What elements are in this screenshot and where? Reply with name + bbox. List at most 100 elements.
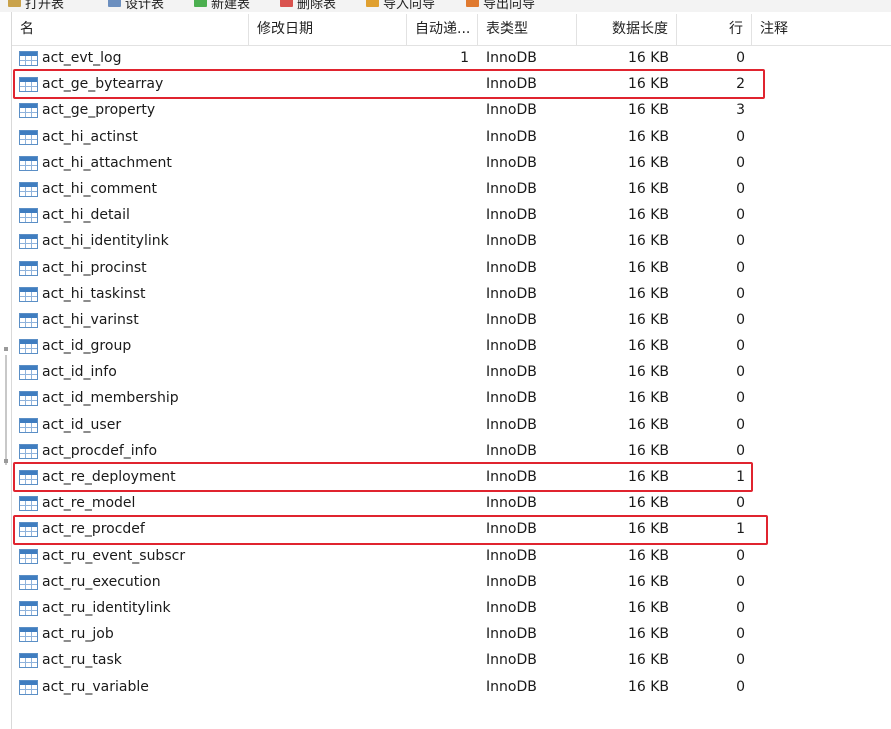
toolbar-button-2[interactable]: 新建表 (194, 0, 250, 12)
table-row[interactable]: act_ru_event_subscr InnoDB 16 KB 0 (12, 543, 891, 569)
toolbar-button-1[interactable]: 设计表 (108, 0, 165, 12)
data-length: 16 KB (627, 285, 669, 302)
table-row[interactable]: act_re_procdef InnoDB 16 KB 1 (12, 516, 891, 542)
column-header-name[interactable]: 名 (12, 14, 249, 45)
data-length: 16 KB (627, 390, 669, 407)
table-row[interactable]: act_id_info InnoDB 16 KB 0 (12, 359, 891, 385)
auto-increment-value (407, 255, 469, 281)
table-name: act_re_model (42, 495, 136, 512)
toolbar-button-0[interactable]: 打开表 (8, 0, 64, 12)
table-icon (19, 103, 38, 119)
table-row[interactable]: act_hi_actinst InnoDB 16 KB 0 (12, 124, 891, 150)
table-row[interactable]: act_id_user InnoDB 16 KB 0 (12, 412, 891, 438)
toolbar-button-5[interactable]: 导出向导 (466, 0, 535, 12)
table-row[interactable]: act_hi_procinst InnoDB 16 KB 0 (12, 255, 891, 281)
column-header-data-length[interactable]: 数据长度 (577, 14, 677, 45)
table-row[interactable]: act_hi_identitylink InnoDB 16 KB 0 (12, 228, 891, 254)
table-engine: InnoDB (486, 442, 537, 459)
table-name: act_id_user (42, 416, 122, 433)
table-comment (760, 150, 890, 176)
table-name: act_re_deployment (42, 469, 176, 485)
table-icon (19, 627, 38, 643)
data-length: 16 KB (627, 311, 669, 328)
table-icon (19, 470, 38, 485)
data-length: 16 KB (627, 50, 669, 66)
table-engine: InnoDB (486, 652, 537, 669)
modified-date (257, 674, 397, 700)
table-row[interactable]: act_ru_task InnoDB 16 KB 0 (12, 647, 891, 673)
table-engine: InnoDB (486, 364, 537, 381)
row-count: 0 (736, 233, 745, 250)
table-icon (19, 522, 38, 538)
column-header-auto-increment[interactable]: 自动递... (407, 14, 478, 45)
table-row[interactable]: act_ge_bytearray InnoDB 16 KB 2 (12, 71, 891, 97)
table-row[interactable]: act_ru_job InnoDB 16 KB 0 (12, 621, 891, 647)
row-count: 0 (736, 50, 745, 66)
table-icon (19, 600, 38, 616)
row-count: 0 (736, 180, 745, 197)
column-header-rows[interactable]: 行 (677, 14, 752, 45)
table-row[interactable]: act_re_model InnoDB 16 KB 0 (12, 490, 891, 516)
table-row[interactable]: act_hi_attachment InnoDB 16 KB 0 (12, 150, 891, 176)
table-name: act_ru_variable (42, 678, 149, 695)
auto-increment-value (407, 333, 469, 359)
modified-date (257, 255, 397, 281)
table-row[interactable]: act_id_group InnoDB 16 KB 0 (12, 333, 891, 359)
toolbar-button-label: 设计表 (125, 0, 165, 12)
data-length: 16 KB (627, 180, 669, 197)
toolbar-button-3[interactable]: 删除表 (280, 0, 337, 12)
table-row[interactable]: act_hi_comment InnoDB 16 KB 0 (12, 176, 891, 202)
data-length: 16 KB (627, 469, 669, 485)
auto-increment-value (407, 438, 469, 464)
table-comment (760, 595, 890, 621)
table-icon (19, 417, 38, 433)
table-row[interactable]: act_hi_varinst InnoDB 16 KB 0 (12, 307, 891, 333)
data-length: 16 KB (627, 495, 669, 512)
table-name: act_hi_comment (42, 180, 158, 197)
toolbar-button-label: 删除表 (297, 0, 337, 12)
row-count: 0 (736, 599, 745, 616)
table-row[interactable]: act_hi_taskinst InnoDB 16 KB 0 (12, 281, 891, 307)
auto-increment-value (407, 71, 469, 97)
table-engine: InnoDB (486, 547, 537, 564)
column-header-comment[interactable]: 注释 (752, 14, 891, 45)
table-row[interactable]: act_ru_execution InnoDB 16 KB 0 (12, 569, 891, 595)
modified-date (257, 412, 397, 438)
data-length: 16 KB (627, 521, 669, 538)
table-engine: InnoDB (486, 311, 537, 328)
table-row[interactable]: act_re_deployment InnoDB 16 KB 1 (12, 464, 891, 490)
table-row[interactable]: act_ru_identitylink InnoDB 16 KB 0 (12, 595, 891, 621)
table-row[interactable]: act_ru_variable InnoDB 16 KB 0 (12, 674, 891, 700)
table-name: act_hi_detail (42, 207, 130, 224)
table-comment (760, 333, 890, 359)
auto-increment-value (407, 202, 469, 228)
table-name: act_id_group (42, 338, 132, 355)
auto-increment-value (407, 674, 469, 700)
table-comment (760, 621, 890, 647)
toolbar-button-4[interactable]: 导入向导 (366, 0, 435, 12)
data-length: 16 KB (627, 233, 669, 250)
table-row[interactable]: act_hi_detail InnoDB 16 KB 0 (12, 202, 891, 228)
modified-date (257, 45, 397, 71)
column-header-table-type[interactable]: 表类型 (478, 14, 577, 45)
design-table-icon (108, 0, 121, 7)
table-row[interactable]: act_evt_log 1 InnoDB 16 KB 0 (12, 45, 891, 71)
row-count: 0 (736, 207, 745, 224)
table-row[interactable]: act_procdef_info InnoDB 16 KB 0 (12, 438, 891, 464)
table-engine: InnoDB (486, 259, 537, 276)
table-name: act_ru_task (42, 652, 122, 669)
table-icon (19, 391, 38, 407)
left-splitter[interactable] (0, 12, 12, 729)
row-count: 0 (736, 547, 745, 564)
data-length: 16 KB (627, 626, 669, 643)
data-length: 16 KB (627, 678, 669, 695)
table-header: 名 修改日期 自动递... 表类型 数据长度 行 注释 (12, 14, 891, 46)
data-length: 16 KB (627, 102, 669, 119)
table-row[interactable]: act_ge_property InnoDB 16 KB 3 (12, 97, 891, 123)
data-length: 16 KB (627, 416, 669, 433)
table-row[interactable]: act_id_membership InnoDB 16 KB 0 (12, 385, 891, 411)
table-icon (19, 286, 38, 302)
splitter-handle-icon (4, 459, 8, 463)
column-header-modified-date[interactable]: 修改日期 (249, 14, 407, 45)
auto-increment-value (407, 124, 469, 150)
